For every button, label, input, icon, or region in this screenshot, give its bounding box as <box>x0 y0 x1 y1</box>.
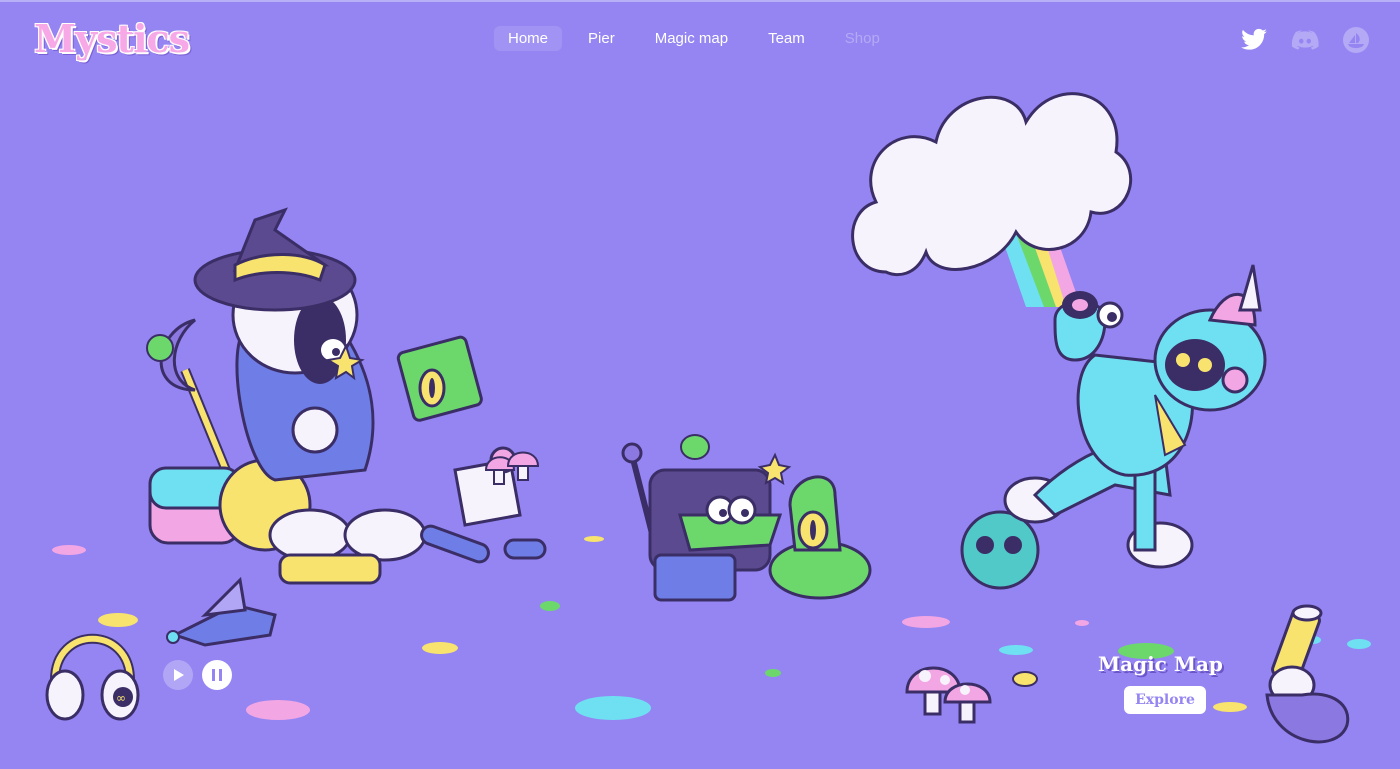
pink-mushrooms-illustration <box>905 666 992 724</box>
page: Mystics Home Pier Magic map Team Shop ∞ … <box>0 0 1400 769</box>
telescope-hand-illustration <box>1265 604 1350 744</box>
explore-button[interactable]: Explore <box>1124 686 1206 714</box>
raygun-illustration <box>166 576 277 647</box>
pause-button[interactable] <box>202 660 232 690</box>
crocodile-backpack-illustration <box>621 434 872 602</box>
magic-map-title: Magic Map <box>1098 652 1223 676</box>
play-icon <box>174 669 184 681</box>
small-mushrooms-illustration <box>484 451 540 485</box>
wizard-character-illustration <box>146 207 483 585</box>
unicorn-character-illustration <box>960 264 1267 590</box>
coin-illustration <box>1012 671 1038 687</box>
play-button[interactable] <box>163 660 193 690</box>
headphones-icon[interactable]: ∞ <box>45 625 140 725</box>
pause-icon <box>212 669 222 681</box>
svg-text:∞: ∞ <box>116 691 126 705</box>
rainbow-cloud-illustration <box>851 92 1133 307</box>
